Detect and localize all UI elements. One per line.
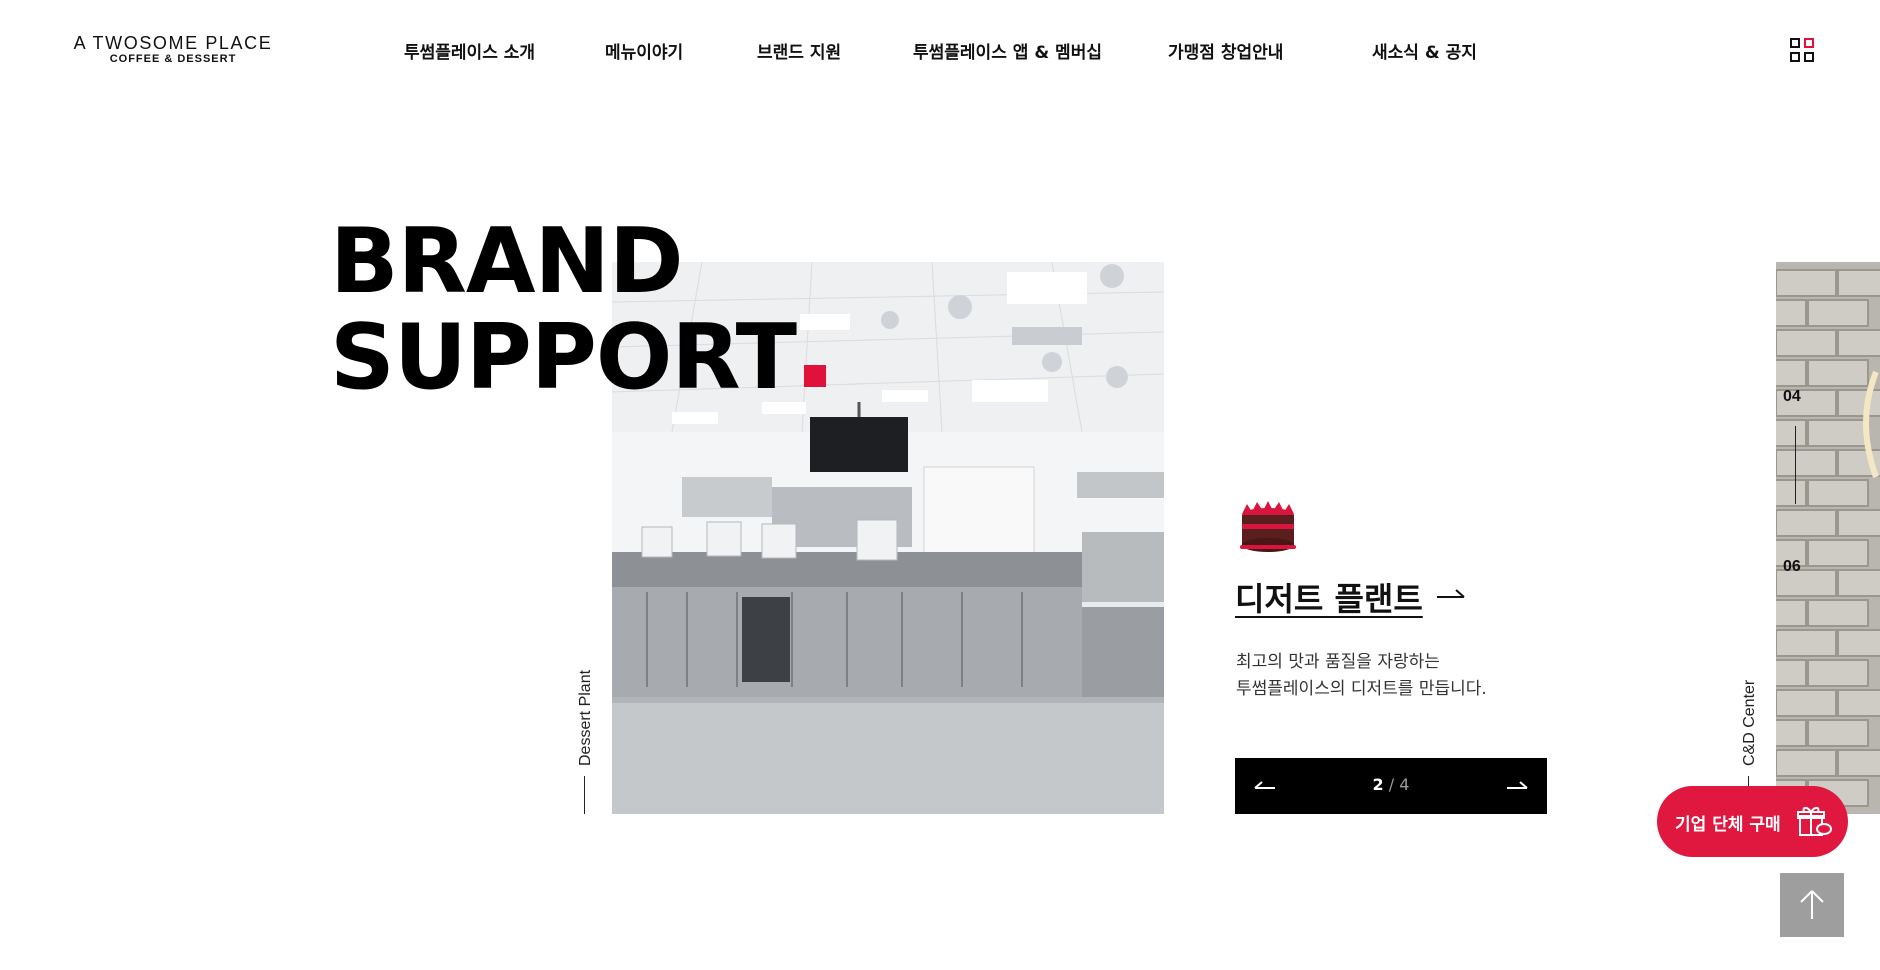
corporate-purchase-label: 기업 단체 구매 <box>1675 815 1781 835</box>
slide-desc-line2: 투썸플레이스의 디저트를 만듭니다. <box>1236 679 1487 699</box>
slide-separator: / <box>1383 775 1400 794</box>
sitemap-grid-icon[interactable] <box>1790 38 1816 64</box>
arrow-right-icon[interactable] <box>1436 586 1466 602</box>
slide-desc-line1: 최고의 맛과 품질을 자랑하는 <box>1236 652 1440 672</box>
logo-tagline: COFFEE & DESSERT <box>109 53 237 65</box>
page-title-line1: BRAND <box>330 209 684 314</box>
cake-icon <box>1240 501 1296 552</box>
nav-item-app-membership[interactable]: 투썸플레이스 앱 & 멤버십 <box>913 38 1102 63</box>
slide-current: 2 <box>1372 775 1384 794</box>
logo-wordmark: A TWOSOME PLACE <box>73 33 273 53</box>
next-slide-progress-line <box>1795 426 1796 504</box>
slide-side-label: Dessert Plant <box>577 669 594 766</box>
scroll-top-button[interactable] <box>1780 873 1844 937</box>
page-title-line2: SUPPORT <box>330 305 797 410</box>
nav-item-brand-support[interactable]: 브랜드 지원 <box>757 38 841 63</box>
gift-icon <box>1797 806 1832 836</box>
slide-side-line <box>584 776 585 814</box>
next-slide-number-top: 04 <box>1783 388 1801 405</box>
slide-total: 4 <box>1399 775 1410 794</box>
brand-logo[interactable]: A TWOSOME PLACE COFFEE & DESSERT <box>64 33 282 66</box>
nav-item-menu[interactable]: 메뉴이야기 <box>605 38 683 63</box>
next-slide-side-label: C&D Center <box>1741 679 1758 766</box>
nav-item-news[interactable]: 새소식 & 공지 <box>1372 38 1477 63</box>
page-title: BRAND SUPPORT <box>330 214 826 406</box>
slide-title-link[interactable]: 디저트 플랜트 <box>1235 574 1423 620</box>
nav-item-about[interactable]: 투썸플레이스 소개 <box>404 38 535 63</box>
title-accent-dot <box>803 365 826 387</box>
next-arrow-icon[interactable] <box>1505 778 1529 794</box>
next-slide-photo[interactable] <box>1776 262 1880 814</box>
arrow-up-icon <box>1800 890 1824 919</box>
corporate-purchase-button[interactable]: 기업 단체 구매 <box>1657 786 1848 857</box>
nav-item-franchise[interactable]: 가맹점 창업안내 <box>1168 38 1283 63</box>
slide-counter: 2 / 4 <box>1235 775 1547 794</box>
slide-pager: 2 / 4 <box>1235 758 1547 814</box>
slide-description: 최고의 맛과 품질을 자랑하는 투썸플레이스의 디저트를 만듭니다. <box>1236 649 1487 703</box>
next-slide-number-bottom: 06 <box>1783 558 1801 575</box>
